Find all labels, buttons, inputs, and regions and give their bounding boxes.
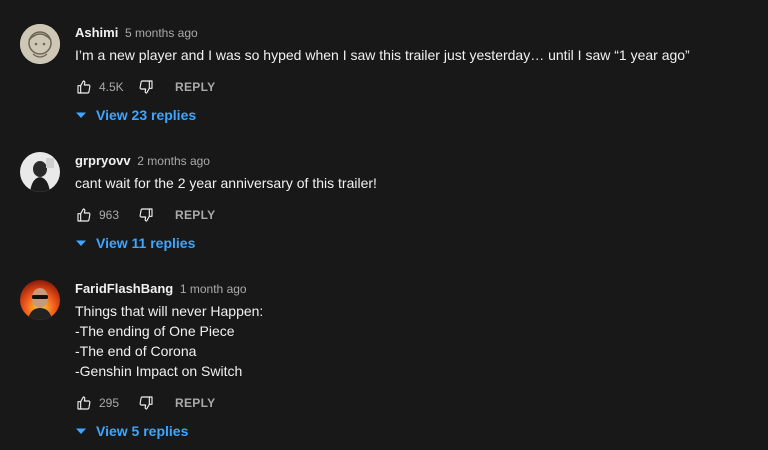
avatar[interactable]	[20, 152, 60, 192]
like-button[interactable]	[75, 206, 93, 224]
view-replies-label: View 11 replies	[96, 235, 196, 251]
comment-action-bar: 295 REPLY	[75, 394, 215, 412]
comment-text-line: Things that will never Happen:	[75, 303, 264, 319]
reply-button[interactable]: REPLY	[175, 208, 215, 222]
thumb-down-icon	[139, 80, 153, 94]
view-replies-button[interactable]: View 5 replies	[75, 421, 188, 441]
comment-text-line: -The end of Corona	[75, 343, 197, 359]
comment-text: I’m a new player and I was so hyped when…	[75, 45, 758, 65]
dislike-button[interactable]	[137, 394, 155, 412]
comment-text: cant wait for the 2 year anniversary of …	[75, 173, 758, 193]
like-button[interactable]	[75, 394, 93, 412]
comment-timestamp[interactable]: 2 months ago	[137, 154, 210, 168]
like-button[interactable]	[75, 78, 93, 96]
avatar[interactable]	[20, 24, 60, 64]
comment-author[interactable]: FaridFlashBang	[75, 281, 173, 296]
view-replies-label: View 5 replies	[96, 423, 189, 439]
comment-text: Things that will never Happen: -The endi…	[75, 301, 758, 381]
thumb-up-icon	[77, 396, 91, 410]
thumb-down-icon	[139, 396, 153, 410]
reply-button[interactable]: REPLY	[175, 396, 215, 410]
comment-text-line: -Genshin Impact on Switch	[75, 363, 243, 379]
comment-action-bar: 4.5K REPLY	[75, 78, 215, 96]
view-replies-button[interactable]: View 23 replies	[75, 105, 196, 125]
thumb-down-icon	[139, 208, 153, 222]
caret-down-icon	[75, 109, 87, 121]
reply-button[interactable]: REPLY	[175, 80, 215, 94]
dislike-button[interactable]	[137, 78, 155, 96]
comment-text-line: -The ending of One Piece	[75, 323, 235, 339]
view-replies-label: View 23 replies	[96, 107, 197, 123]
thumb-up-icon	[77, 80, 91, 94]
comment-action-bar: 963 REPLY	[75, 206, 215, 224]
dislike-button[interactable]	[137, 206, 155, 224]
thumb-up-icon	[77, 208, 91, 222]
like-count: 963	[99, 208, 120, 222]
comment-text-line: I’m a new player and I was so hyped when…	[75, 47, 690, 63]
view-replies-button[interactable]: View 11 replies	[75, 233, 195, 253]
avatar[interactable]	[20, 280, 60, 320]
like-count: 295	[99, 396, 120, 410]
comment-text-line: cant wait for the 2 year anniversary of …	[75, 175, 377, 191]
comment-timestamp[interactable]: 1 month ago	[180, 282, 247, 296]
caret-down-icon	[75, 237, 87, 249]
comment-author[interactable]: grpryovv	[75, 153, 131, 168]
caret-down-icon	[75, 425, 87, 437]
comment-timestamp[interactable]: 5 months ago	[125, 26, 198, 40]
like-count: 4.5K	[99, 80, 124, 94]
comment-author[interactable]: Ashimi	[75, 25, 118, 40]
